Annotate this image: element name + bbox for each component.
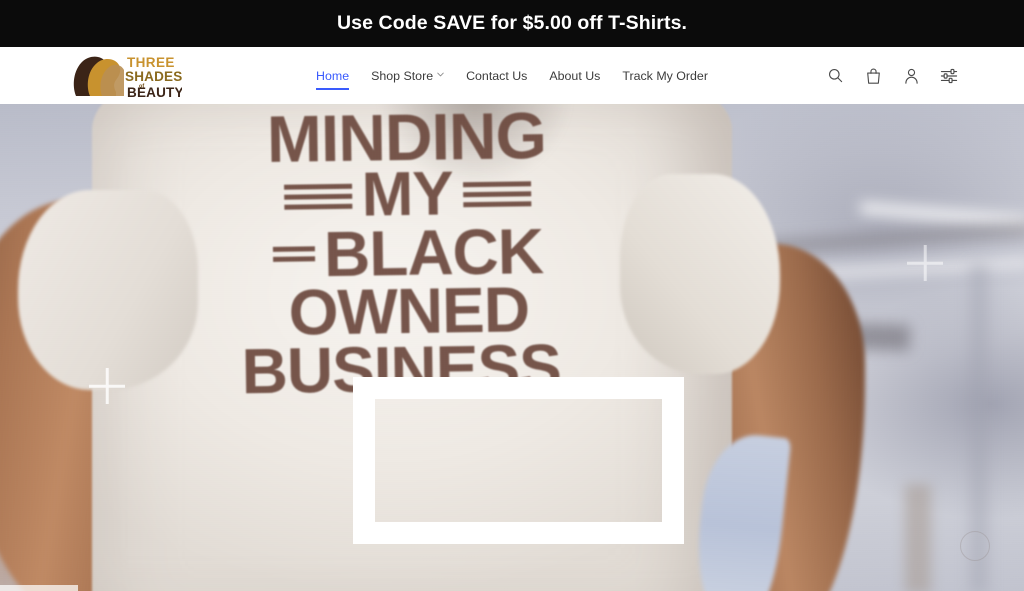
nav-item-label: Home — [316, 68, 350, 83]
tshirt-print-text: MINDING MY BLACK OWNED BUSINESS. — [216, 104, 600, 408]
header-icon-group — [824, 47, 960, 104]
announcement-text: Use Code SAVE for $5.00 off T-Shirts. — [336, 12, 688, 34]
hero-text-frame — [353, 377, 684, 544]
nav-item-shop-store[interactable]: Shop Store — [360, 66, 455, 86]
tshirt-left-sleeve — [18, 190, 198, 390]
print-stripes-right — [462, 181, 531, 208]
active-nav-underline — [316, 88, 350, 90]
plus-marker-right — [907, 245, 943, 281]
chevron-down-icon — [437, 71, 444, 78]
tshirt-right-sleeve — [620, 174, 780, 374]
nav-item-track-my-order[interactable]: Track My Order — [611, 66, 719, 86]
tshirt-print-line-1: MINDING — [266, 104, 547, 176]
nav-item-label: Shop Store — [371, 68, 434, 83]
nav-item-label: Contact Us — [466, 68, 528, 83]
page-root: Use Code SAVE for $5.00 off T-Shirts. TH… — [0, 0, 1024, 591]
print-stripes-left — [283, 183, 352, 210]
announcement-bar: Use Code SAVE for $5.00 off T-Shirts. — [0, 0, 1024, 47]
print-stripes-left-2 — [272, 246, 316, 263]
nav-item-about-us[interactable]: About Us — [538, 66, 611, 86]
tshirt-print-line-2: MY — [361, 159, 454, 230]
hero-banner: MINDING MY BLACK OWNED BUSINESS. — [0, 104, 1024, 591]
user-account-icon[interactable] — [900, 65, 922, 87]
nav-item-contact-us[interactable]: Contact Us — [455, 66, 538, 86]
plus-marker-left — [89, 368, 125, 404]
filter-sliders-icon[interactable] — [938, 65, 960, 87]
nav-item-home[interactable]: Home — [305, 66, 360, 90]
shopping-bag-icon[interactable] — [862, 65, 884, 87]
search-icon[interactable] — [824, 65, 846, 87]
site-header: THREE SHADES of BEAUTY Home Shop Store C… — [0, 47, 1024, 104]
bottom-left-edge-strip — [0, 585, 78, 591]
nav-item-label: About Us — [549, 68, 601, 83]
background-post — [905, 484, 931, 591]
nav-item-label: Track My Order — [622, 68, 708, 83]
background-circle-artifact — [960, 531, 990, 561]
